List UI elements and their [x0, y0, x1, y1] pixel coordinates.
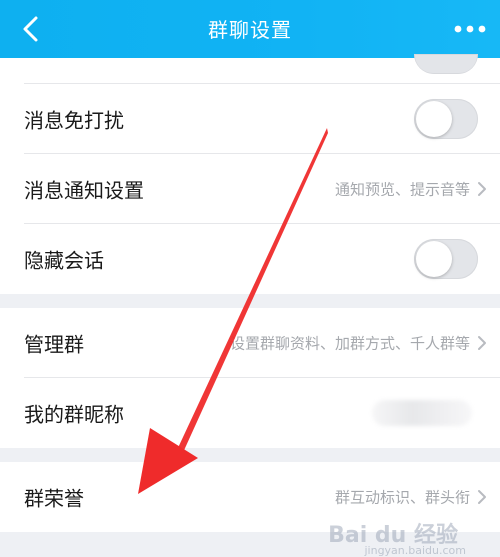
row-label: 管理群 [24, 332, 84, 357]
row-label: 消息通知设置 [24, 178, 144, 203]
row-label: 消息免打扰 [24, 108, 124, 133]
title-bar: 群聊设置 [0, 0, 500, 58]
settings-row-nickname[interactable]: 我的群昵称 [0, 378, 500, 448]
dnd-toggle[interactable] [414, 99, 478, 139]
scrolled-row [0, 54, 500, 84]
partial-toggle[interactable] [414, 54, 478, 74]
settings-row-dnd[interactable]: 消息免打扰 [0, 84, 500, 154]
settings-row-hide[interactable]: 隐藏会话 [0, 224, 500, 294]
settings-row-manage[interactable]: 管理群 设置群聊资料、加群方式、千人群等 [0, 308, 500, 378]
settings-row-notify[interactable]: 消息通知设置 通知预览、提示音等 [0, 154, 500, 224]
page-title: 群聊设置 [208, 18, 292, 42]
chevron-right-icon [478, 336, 486, 350]
toggle-knob [416, 241, 452, 277]
row-subtitle: 通知预览、提示音等 [334, 180, 470, 199]
row-subtitle: 设置群聊资料、加群方式、千人群等 [229, 334, 470, 353]
row-label: 群荣誉 [24, 486, 84, 511]
row-label: 隐藏会话 [24, 248, 104, 273]
chevron-right-icon [478, 490, 486, 504]
nickname-value-blurred [372, 400, 472, 426]
row-subtitle: 群互动标识、群头衔 [334, 488, 470, 507]
chevron-right-icon [478, 182, 486, 196]
hide-toggle[interactable] [414, 239, 478, 279]
watermark-subtitle: jingyan.baidu.com [364, 544, 466, 557]
more-dots-icon[interactable] [450, 16, 490, 42]
toggle-knob [416, 101, 452, 137]
row-label: 我的群昵称 [24, 402, 124, 427]
